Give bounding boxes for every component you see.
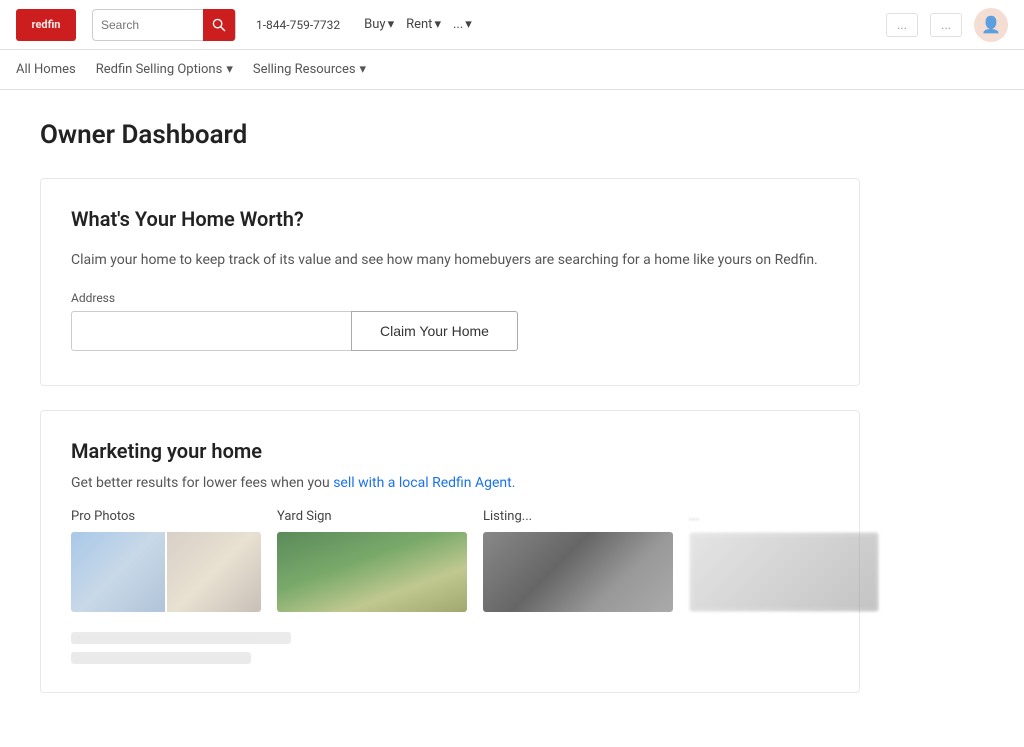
nav-more[interactable]: ... ▾ [453,17,472,32]
pro-photos-label: Pro Photos [71,509,261,524]
claim-home-button[interactable]: Claim Your Home [351,311,518,351]
blurred-line-2 [71,652,251,664]
logo-text: redfin [32,18,61,31]
subnav-selling-options[interactable]: Redfin Selling Options ▾ [96,54,233,85]
pro-photos-image [71,532,261,612]
sub-nav: All Homes Redfin Selling Options ▾ Selli… [0,50,1024,90]
nav-right: ... ... 👤 [886,8,1008,42]
subnav-selling-resources[interactable]: Selling Resources ▾ [253,54,366,85]
marketing-item-listing: Listing... [483,509,673,612]
marketing-section: Marketing your home Get better results f… [40,410,860,693]
search-input[interactable] [93,18,203,32]
logo[interactable]: redfin [16,9,76,41]
search-bar [92,9,236,41]
listing-label: Listing... [483,509,673,524]
address-label: Address [71,291,829,305]
marketing-item-pro-photos: Pro Photos [71,509,261,612]
nav-rent[interactable]: Rent ▾ [406,17,441,32]
main-content: Owner Dashboard What's Your Home Worth? … [0,90,900,747]
claim-description: Claim your home to keep track of its val… [71,249,829,271]
marketing-item-blurred: ... [689,509,879,612]
blurred-image [689,532,879,612]
address-row: Claim Your Home [71,311,829,351]
nav-btn-2[interactable]: ... [930,13,962,37]
marketing-item-yard-sign: Yard Sign [277,509,467,612]
marketing-heading: Marketing your home [71,439,829,463]
yard-sign-label: Yard Sign [277,509,467,524]
blurred-line-1 [71,632,291,644]
blurred-label: ... [689,509,879,524]
nav-btn-1[interactable]: ... [886,13,918,37]
marketing-description: Get better results for lower fees when y… [71,475,829,491]
yard-sign-image [277,532,467,612]
top-nav: redfin 1-844-759-7732 Buy ▾ Rent ▾ ... ▾… [0,0,1024,50]
address-input[interactable] [71,311,351,351]
page-title: Owner Dashboard [40,120,860,150]
redfin-agent-link[interactable]: sell with a local Redfin Agent. [333,475,515,491]
avatar[interactable]: 👤 [974,8,1008,42]
search-icon [212,18,226,32]
nav-buy[interactable]: Buy ▾ [364,17,394,32]
claim-home-section: What's Your Home Worth? Claim your home … [40,178,860,386]
marketing-grid: Pro Photos Yard Sign Listing... [71,509,829,612]
main-nav: Buy ▾ Rent ▾ ... ▾ [364,17,472,32]
bottom-blurred-content [71,632,829,664]
claim-heading: What's Your Home Worth? [71,207,829,231]
phone-number: 1-844-759-7732 [256,18,340,32]
search-button[interactable] [203,9,235,41]
listing-image [483,532,673,612]
subnav-all-homes[interactable]: All Homes [16,54,76,85]
